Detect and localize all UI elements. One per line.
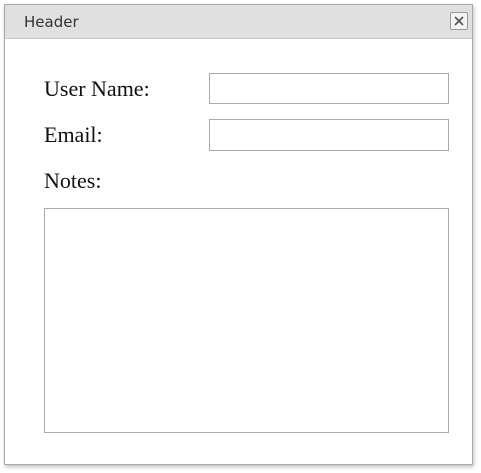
dialog-titlebar[interactable]: Header: [5, 5, 472, 39]
email-input[interactable]: [209, 119, 449, 151]
close-button[interactable]: [450, 12, 468, 30]
username-input[interactable]: [209, 73, 449, 104]
dialog-window: Header User Name: Email: Notes:: [4, 4, 473, 465]
username-label: User Name:: [44, 76, 150, 101]
email-label: Email:: [44, 122, 103, 147]
dialog-title: Header: [24, 13, 79, 31]
notes-textarea[interactable]: [44, 208, 449, 433]
notes-label: Notes:: [44, 168, 102, 193]
close-icon: [454, 16, 464, 26]
